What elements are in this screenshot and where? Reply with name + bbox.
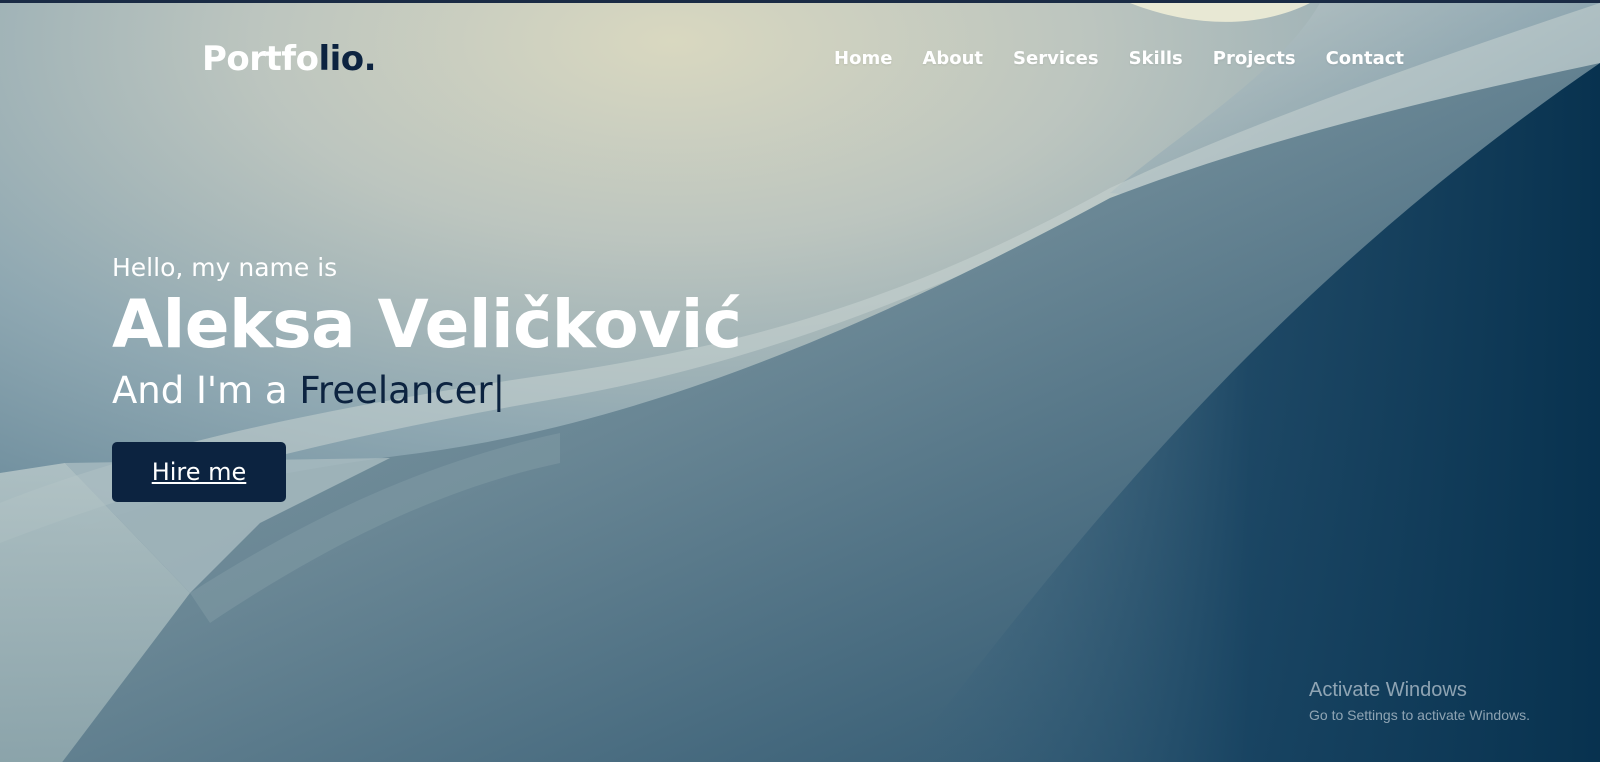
hero-greeting: Hello, my name is [112,253,338,282]
watermark-title: Activate Windows [1309,679,1467,701]
hero-role-prefix: And I'm a [112,369,300,412]
navbar: Portfolio. Home About Services Skills Pr… [0,3,1600,113]
nav-link-about[interactable]: About [922,47,983,71]
hero-name: Aleksa Veličković [112,286,742,363]
nav-link-skills[interactable]: Skills [1129,47,1183,71]
nav-link-contact[interactable]: Contact [1326,47,1404,71]
logo[interactable]: Portfolio. [202,39,377,79]
nav-link-services[interactable]: Services [1013,47,1099,71]
hero-section: Portfolio. Home About Services Skills Pr… [0,0,1600,762]
logo-text-accent: lio. [318,39,377,79]
nav-menu: Home About Services Skills Projects Cont… [834,47,1404,71]
nav-link-projects[interactable]: Projects [1213,47,1296,71]
watermark-subtitle: Go to Settings to activate Windows. [1309,707,1530,723]
hero-role-line: And I'm a Freelancer| [112,367,742,415]
windows-activation-watermark: Activate Windows Go to Settings to activ… [1309,677,1530,725]
nav-link-home[interactable]: Home [834,47,892,71]
hero-content: Hello, my name is Aleksa Veličković And … [112,251,742,502]
hire-me-button[interactable]: Hire me [112,442,286,502]
hero-role-typed: Freelancer [299,369,493,412]
logo-text-primary: Portfo [202,39,319,79]
typing-cursor: | [492,369,506,412]
